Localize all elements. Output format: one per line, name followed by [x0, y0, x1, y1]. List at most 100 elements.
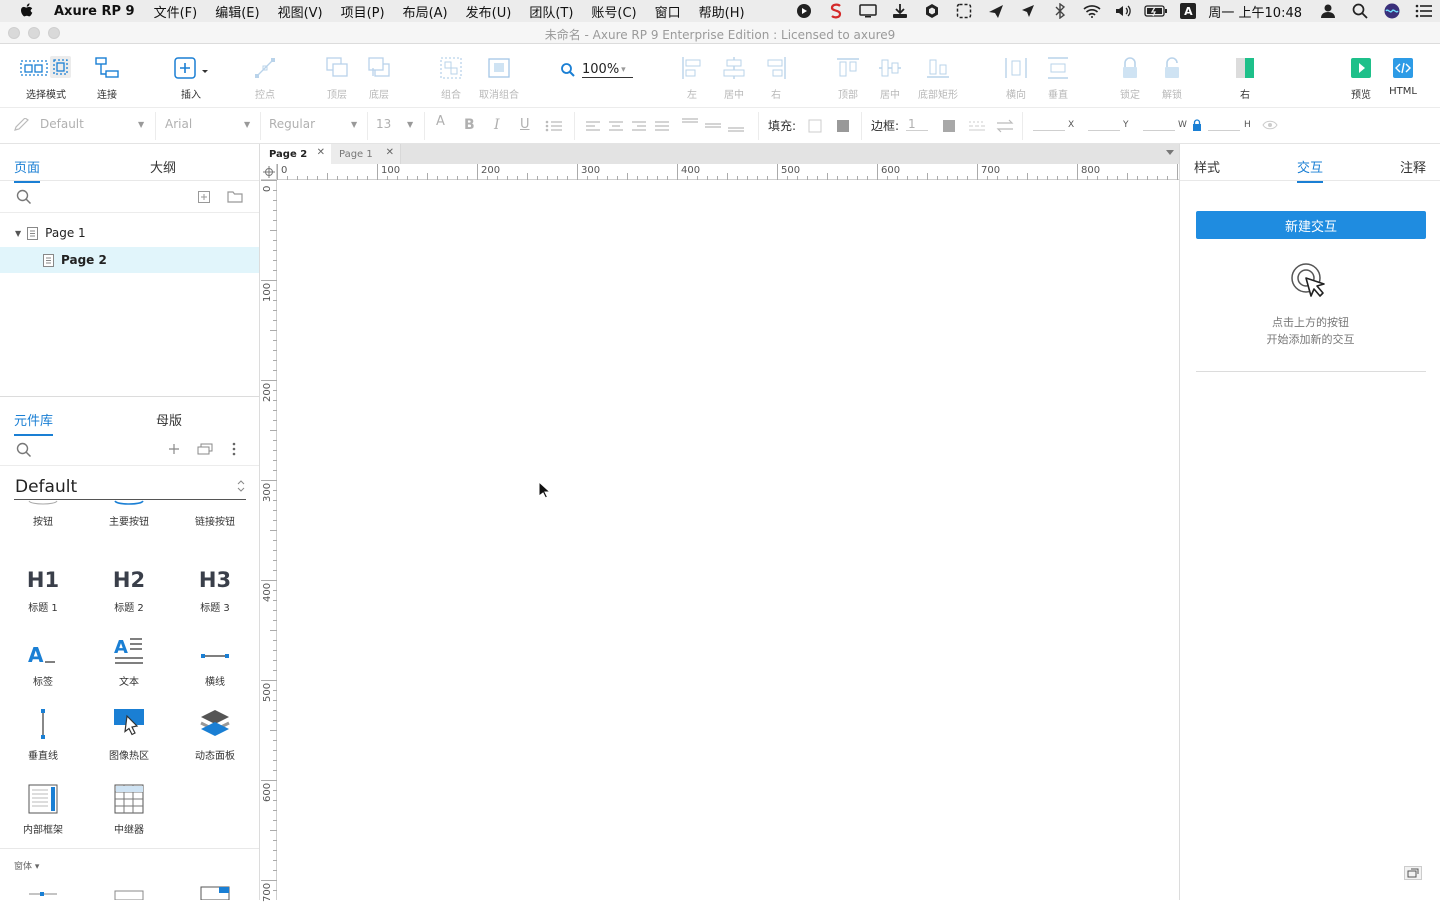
widget-link-button[interactable]: 链接按钮 — [172, 496, 258, 528]
tab-masters[interactable]: 母版 — [156, 410, 182, 429]
menu-account[interactable]: 账号(C) — [582, 2, 645, 21]
page-tree-item[interactable]: ▼ Page 1 — [0, 220, 259, 246]
widget-heading-1[interactable]: H1 标题 1 — [0, 556, 86, 614]
distribute-vertical-tool[interactable]: 垂直 — [1044, 54, 1072, 101]
menu-view[interactable]: 视图(V) — [269, 2, 332, 21]
menu-team[interactable]: 团队(T) — [520, 2, 582, 21]
bullet-list-icon[interactable] — [545, 120, 563, 132]
group-tool[interactable]: 组合 — [436, 54, 466, 101]
ungroup-tool[interactable]: 取消组合 — [478, 54, 520, 101]
align-top-tool[interactable]: 顶部 — [834, 54, 862, 101]
distribute-horizontal-tool[interactable]: 横向 — [1002, 54, 1030, 101]
library-layers-icon[interactable] — [197, 443, 213, 455]
border-color-swatch[interactable] — [942, 119, 956, 133]
vertical-ruler[interactable]: 0 100 200 300 400 500 600 700 — [261, 180, 277, 902]
font-select[interactable]: Arial — [165, 117, 192, 131]
close-tab-icon[interactable]: ✕ — [386, 147, 394, 158]
zoom-control[interactable]: 100% ▾ — [560, 62, 634, 78]
bold-icon[interactable]: B — [464, 117, 475, 133]
bring-front-tool[interactable]: 顶层 — [322, 54, 352, 101]
download-icon[interactable] — [884, 0, 916, 22]
collapse-panel-icon[interactable] — [1404, 866, 1422, 880]
display-icon[interactable] — [852, 0, 884, 22]
unlock-tool[interactable]: 解锁 — [1158, 54, 1186, 101]
battery-icon[interactable] — [1140, 0, 1172, 22]
app-name-menu[interactable]: Axure RP 9 — [54, 4, 135, 19]
align-text-left-icon[interactable] — [585, 120, 601, 132]
style-select[interactable]: Default — [40, 117, 84, 131]
add-page-icon[interactable] — [198, 191, 210, 203]
widget-heading-3[interactable]: H3 标题 3 — [172, 556, 258, 614]
insert-tool[interactable]: 插入 — [170, 54, 212, 101]
send-back-tool[interactable]: 底层 — [364, 54, 394, 101]
preview-button[interactable]: 预览 — [1347, 54, 1375, 101]
select-mode-tool[interactable]: 选择模式 — [12, 54, 80, 101]
align-right-tool[interactable]: 右 — [762, 54, 790, 101]
forms-section-toggle[interactable]: 窗体 ▾ — [14, 859, 39, 872]
valign-middle-icon[interactable] — [704, 118, 722, 132]
bluetooth-icon[interactable] — [1044, 0, 1076, 22]
tab-page-1[interactable]: Page 1 ✕ — [331, 144, 401, 164]
widget-vertical-line[interactable]: 垂直线 — [0, 704, 86, 762]
widget-hotspot[interactable]: 图像热区 — [86, 704, 172, 762]
widget-label-text[interactable]: A 标签 — [0, 630, 86, 688]
close-tab-icon[interactable]: ✕ — [317, 147, 325, 158]
hexagon-icon[interactable] — [916, 0, 948, 22]
menu-help[interactable]: 帮助(H) — [690, 2, 754, 21]
design-canvas[interactable] — [278, 181, 1179, 900]
text-color-icon[interactable]: A — [436, 114, 445, 129]
siri-icon[interactable] — [1376, 0, 1408, 22]
fill-image-swatch[interactable] — [836, 119, 850, 133]
arrow-style-icon[interactable] — [996, 119, 1014, 133]
aspect-lock-icon[interactable] — [1192, 119, 1202, 131]
points-tool[interactable]: 控点 — [250, 54, 280, 101]
search-icon[interactable] — [16, 189, 32, 205]
menu-publish[interactable]: 发布(U) — [457, 2, 521, 21]
menu-file[interactable]: 文件(F) — [145, 2, 207, 21]
menu-project[interactable]: 项目(P) — [332, 2, 394, 21]
visibility-eye-icon[interactable] — [1262, 120, 1278, 130]
tab-notes[interactable]: 注释 — [1400, 157, 1426, 176]
widget-dynamic-panel[interactable]: 动态面板 — [172, 704, 258, 762]
add-library-icon[interactable] — [168, 443, 180, 455]
user-icon[interactable] — [1312, 0, 1344, 22]
border-style-icon[interactable] — [968, 119, 986, 133]
w-input[interactable] — [1143, 117, 1175, 131]
tab-interactions[interactable]: 交互 — [1297, 157, 1324, 183]
more-options-icon[interactable] — [232, 442, 236, 456]
align-text-center-icon[interactable] — [608, 120, 624, 132]
menu-edit[interactable]: 编辑(E) — [206, 2, 268, 21]
tab-style[interactable]: 样式 — [1194, 157, 1220, 176]
wifi-icon[interactable] — [1076, 0, 1108, 22]
menu-arrange[interactable]: 布局(A) — [394, 2, 457, 21]
tab-page-2[interactable]: Page 2 ✕ — [261, 144, 331, 164]
font-weight-select[interactable]: Regular — [269, 117, 315, 131]
send-icon[interactable] — [980, 0, 1012, 22]
fill-color-swatch[interactable] — [808, 119, 822, 133]
widget-primary-button[interactable]: 主要按钮 — [86, 496, 172, 528]
tab-outline[interactable]: 大纲 — [150, 157, 176, 176]
volume-icon[interactable] — [1108, 0, 1140, 22]
border-width-input[interactable]: 1 — [906, 117, 928, 131]
notification-center-icon[interactable] — [1408, 0, 1440, 22]
input-source-icon[interactable]: A — [1172, 0, 1204, 22]
horizontal-ruler[interactable]: 0 100 200 300 400 500 600 700 800 — [277, 164, 1179, 180]
add-folder-icon[interactable] — [227, 190, 243, 203]
tab-pages[interactable]: 页面 — [14, 157, 41, 183]
ruler-origin[interactable] — [261, 164, 277, 180]
align-left-tool[interactable]: 左 — [678, 54, 706, 101]
font-size-select[interactable]: 13 — [376, 117, 391, 131]
y-input[interactable] — [1088, 117, 1120, 131]
align-bottom-tool[interactable]: 底部矩形 — [914, 54, 962, 101]
record-icon[interactable] — [788, 0, 820, 22]
tab-library[interactable]: 元件库 — [14, 410, 54, 436]
align-middle-tool[interactable]: 居中 — [876, 54, 904, 101]
right-panel-toggle[interactable]: 右 — [1231, 54, 1259, 101]
widget-inline-frame[interactable]: 内部框架 — [0, 778, 86, 836]
h-input[interactable] — [1208, 117, 1240, 131]
s-app-icon[interactable] — [820, 0, 852, 22]
html-publish-button[interactable]: HTML — [1387, 54, 1419, 97]
widget-repeater[interactable]: 中继器 — [86, 778, 172, 836]
widget-button[interactable]: 按钮 — [0, 496, 86, 528]
expand-triangle-icon[interactable]: ▼ — [15, 229, 21, 238]
